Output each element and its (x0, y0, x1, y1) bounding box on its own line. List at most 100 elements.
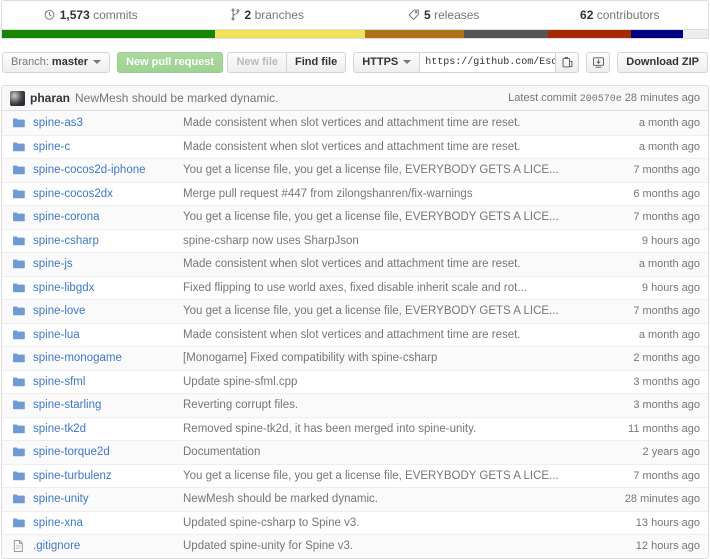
file-commit-age: a month ago (638, 258, 700, 271)
file-commit-message[interactable]: Updated spine-unity for Spine v3. (183, 540, 636, 552)
file-commit-message[interactable]: You get a license file, you get a licens… (183, 470, 633, 482)
file-commit-message[interactable]: NewMesh should be marked dynamic. (183, 493, 625, 505)
folder-icon (12, 187, 28, 201)
table-row[interactable]: spine-turbulenz You get a license file, y… (2, 463, 708, 487)
file-name-link[interactable]: spine-love (33, 305, 183, 317)
branch-select-button[interactable]: Branch: master (2, 51, 110, 73)
git-branch-icon (230, 8, 241, 21)
file-name-link[interactable]: spine-as3 (33, 117, 183, 129)
table-row[interactable]: spine-js Made consistent when slot vertic… (2, 252, 708, 276)
latest-commit-bar: pharan NewMesh should be marked dynamic.… (1, 85, 709, 111)
file-commit-message[interactable]: Made consistent when slot vertices and a… (183, 117, 639, 129)
file-name-link[interactable]: spine-c (33, 141, 183, 153)
file-commit-message[interactable]: You get a license file, you get a licens… (183, 164, 633, 176)
file-commit-message[interactable]: Made consistent when slot vertices and a… (183, 258, 639, 270)
folder-icon (12, 422, 28, 436)
commit-message[interactable]: NewMesh should be marked dynamic. (75, 91, 278, 105)
table-row[interactable]: spine-monogame [Monogame] Fixed compatibi… (2, 346, 708, 370)
download-zip-button[interactable]: Download ZIP (617, 51, 708, 73)
table-row[interactable]: spine-xna Updated spine-csharp to Spine v… (2, 510, 708, 534)
file-name-link[interactable]: spine-turbulenz (33, 470, 183, 482)
language-segment (631, 30, 683, 38)
commit-age: 28 minutes ago (624, 91, 700, 104)
file-name-link[interactable]: spine-corona (33, 211, 183, 223)
repository-summary: 1,573 commits 2 branches 5 releases 62 c… (1, 0, 709, 30)
folder-icon (12, 351, 28, 365)
file-name-link[interactable]: spine-starling (33, 399, 183, 411)
folder-icon (12, 398, 28, 412)
copy-url-button[interactable] (555, 51, 580, 73)
file-name-link[interactable]: spine-cocos2d-iphone (33, 164, 183, 176)
file-name-link[interactable]: spine-lua (33, 329, 183, 341)
file-commit-message[interactable]: You get a license file, you get a licens… (183, 305, 633, 317)
table-row[interactable]: spine-lua Made consistent when slot verti… (2, 322, 708, 346)
table-row[interactable]: spine-libgdx Fixed flipping to use world … (2, 275, 708, 299)
file-commit-message[interactable]: You get a license file, you get a licens… (183, 211, 633, 223)
find-file-button[interactable]: Find file (287, 51, 347, 73)
table-row[interactable]: spine-as3 Made consistent when slot verti… (2, 111, 708, 135)
commit-author-link[interactable]: pharan (30, 91, 70, 105)
language-segment (682, 30, 708, 38)
commits-label: commits (93, 8, 138, 22)
table-row[interactable]: spine-corona You get a license file, you … (2, 205, 708, 229)
new-pull-request-button[interactable]: New pull request (117, 51, 224, 73)
file-commit-age: 7 months ago (633, 164, 700, 177)
file-commit-age: a month ago (638, 116, 700, 129)
file-name-link[interactable]: spine-js (33, 258, 183, 270)
summary-item-releases[interactable]: 5 releases (355, 8, 532, 22)
file-commit-message[interactable]: Merge pull request #447 from zilongshanr… (183, 188, 633, 200)
file-name-link[interactable]: spine-unity (33, 493, 183, 505)
table-row[interactable]: spine-tk2d Removed spine-tk2d, it has bee… (2, 416, 708, 440)
files-table: spine-as3 Made consistent when slot verti… (1, 111, 709, 559)
file-name-link[interactable]: spine-libgdx (33, 282, 183, 294)
table-row[interactable]: spine-starling Reverting corrupt files. 3 … (2, 393, 708, 417)
file-commit-message[interactable]: Fixed flipping to use world axes, fixed … (183, 282, 642, 294)
summary-item-commits[interactable]: 1,573 commits (2, 8, 179, 22)
commit-sha-link[interactable]: 200570e (580, 94, 622, 105)
file-commit-message[interactable]: Made consistent when slot vertices and a… (183, 329, 639, 341)
file-commit-message[interactable]: [Monogame] Fixed compatibility with spin… (183, 352, 633, 364)
file-commit-age: 9 hours ago (641, 234, 700, 247)
new-file-button[interactable]: New file (227, 51, 288, 73)
file-name-link[interactable]: spine-torque2d (33, 446, 183, 458)
language-stats-bar (1, 30, 709, 39)
file-commit-age: a month ago (638, 328, 700, 341)
file-actions-group: New file Find file (227, 51, 347, 73)
folder-icon (12, 234, 28, 248)
folder-icon (12, 116, 28, 130)
table-row[interactable]: spine-cocos2d-iphone You get a license fi… (2, 158, 708, 182)
file-commit-message[interactable]: Made consistent when slot vertices and a… (183, 141, 639, 153)
folder-icon (12, 469, 28, 483)
table-row[interactable]: spine-torque2d Documentation 2 years ago (2, 440, 708, 464)
clippy-icon (561, 56, 574, 69)
file-commit-message[interactable]: Update spine-sfml.cpp (183, 376, 633, 388)
file-name-link[interactable]: spine-csharp (33, 235, 183, 247)
file-name-link[interactable]: spine-sfml (33, 376, 183, 388)
file-commit-message[interactable]: Documentation (183, 446, 643, 458)
table-row[interactable]: spine-csharp spine-csharp now uses SharpJ… (2, 228, 708, 252)
summary-item-contributors[interactable]: 62 contributors (532, 8, 709, 22)
table-row[interactable]: spine-unity NewMesh should be marked dyna… (2, 487, 708, 511)
branch-prefix-label: Branch: (11, 55, 49, 68)
folder-icon (12, 257, 28, 271)
file-name-link[interactable]: .gitignore (33, 540, 183, 552)
table-row[interactable]: .gitignore Updated spine-unity for Spine … (2, 534, 708, 558)
file-name-link[interactable]: spine-monogame (33, 352, 183, 364)
table-row[interactable]: spine-cocos2dx Merge pull request #447 fr… (2, 181, 708, 205)
file-commit-message[interactable]: Removed spine-tk2d, it has been merged i… (183, 423, 628, 435)
file-name-link[interactable]: spine-cocos2dx (33, 188, 183, 200)
table-row[interactable]: spine-love You get a license file, you ge… (2, 299, 708, 323)
file-name-link[interactable]: spine-tk2d (33, 423, 183, 435)
table-row[interactable]: spine-c Made consistent when slot vertice… (2, 134, 708, 158)
open-in-desktop-button[interactable] (586, 51, 611, 73)
summary-item-branches[interactable]: 2 branches (179, 8, 356, 22)
file-commit-message[interactable]: spine-csharp now uses SharpJson (183, 235, 642, 247)
protocol-select-button[interactable]: HTTPS (353, 51, 421, 73)
clone-url-input[interactable]: https://github.com/Esoter (420, 51, 556, 73)
history-icon (43, 8, 56, 21)
file-commit-age: 3 months ago (633, 375, 700, 388)
file-commit-message[interactable]: Reverting corrupt files. (183, 399, 633, 411)
file-commit-message[interactable]: Updated spine-csharp to Spine v3. (183, 517, 636, 529)
file-name-link[interactable]: spine-xna (33, 517, 183, 529)
table-row[interactable]: spine-sfml Update spine-sfml.cpp 3 months … (2, 369, 708, 393)
